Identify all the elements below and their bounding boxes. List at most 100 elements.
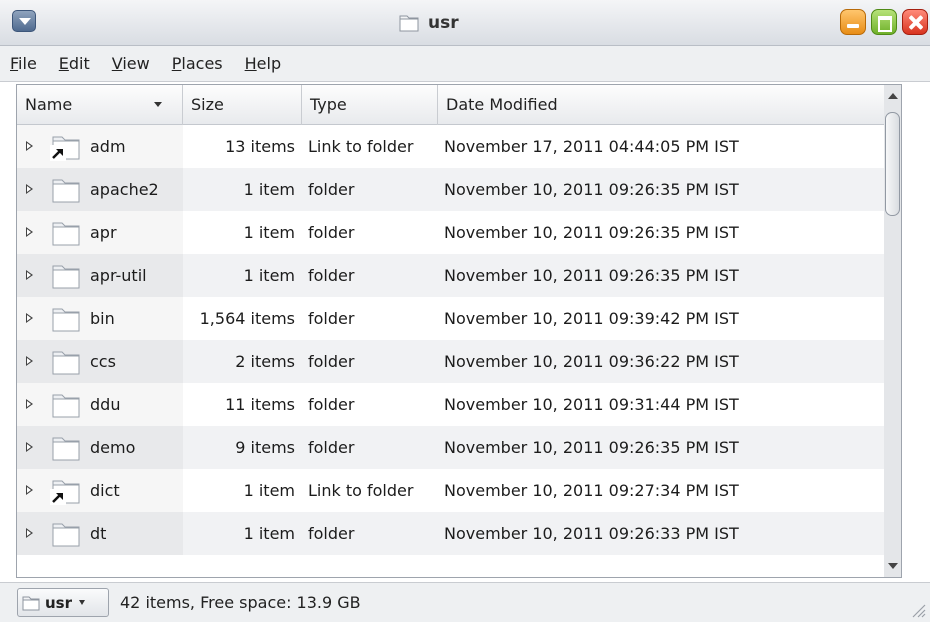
table-row[interactable]: bin 1,564 items folder November 10, 2011 09…	[17, 297, 898, 340]
menu-file-label: ile	[18, 54, 37, 73]
sort-descending-icon	[154, 102, 162, 107]
file-date: November 10, 2011 09:26:35 PM IST	[444, 266, 739, 285]
table-row[interactable]: ddu 11 items folder November 10, 2011 09:31…	[17, 383, 898, 426]
file-name: adm	[90, 137, 126, 156]
file-name: ddu	[90, 395, 121, 414]
menu-view[interactable]: View	[112, 54, 150, 73]
menu-bar: File Edit View Places Help	[0, 46, 930, 82]
location-label: usr	[45, 593, 73, 612]
column-header-size-label: Size	[191, 95, 224, 114]
folder-icon	[50, 432, 82, 464]
table-row[interactable]: dt 1 item folder November 10, 2011 09:26:33…	[17, 512, 898, 555]
table-row[interactable]: dict 1 item Link to folder November 10, 201…	[17, 469, 898, 512]
table-row[interactable]: demo 9 items folder November 10, 2011 09:26…	[17, 426, 898, 469]
folder-icon	[50, 303, 82, 335]
file-rows: adm 13 items Link to folder November 17, 20…	[17, 125, 898, 555]
menu-edit-mnemonic: E	[58, 54, 69, 73]
menu-help[interactable]: Help	[245, 54, 281, 73]
folder-icon	[22, 596, 40, 610]
window-menu-icon[interactable]	[12, 10, 36, 32]
expand-arrow-icon[interactable]	[26, 141, 33, 151]
menu-help-mnemonic: H	[244, 54, 257, 73]
menu-edit[interactable]: Edit	[59, 54, 90, 73]
table-row[interactable]: adm 13 items Link to folder November 17, 20…	[17, 125, 898, 168]
expand-arrow-icon[interactable]	[26, 184, 33, 194]
menu-edit-label: dit	[68, 54, 90, 73]
menu-places[interactable]: Places	[172, 54, 223, 73]
file-list-view[interactable]: Name Size Type Date Modified adm 13 items…	[16, 84, 899, 578]
table-row[interactable]: apr-util 1 item folder November 10, 2011 09…	[17, 254, 898, 297]
close-button[interactable]	[902, 9, 928, 35]
folder-icon	[50, 389, 82, 421]
window-title-group: usr	[398, 9, 459, 37]
resize-grip-icon[interactable]	[908, 600, 926, 618]
folder-link-icon	[50, 475, 82, 507]
minimize-button[interactable]	[840, 9, 866, 35]
file-size: 1 item	[243, 223, 295, 242]
file-size: 1 item	[243, 266, 295, 285]
file-size: 11 items	[225, 395, 295, 414]
menu-file[interactable]: File	[10, 54, 37, 73]
expand-arrow-icon[interactable]	[26, 313, 33, 323]
status-text: 42 items, Free space: 13.9 GB	[120, 593, 361, 612]
file-type: folder	[308, 524, 355, 543]
column-header-size[interactable]: Size	[183, 85, 302, 125]
file-size: 13 items	[225, 137, 295, 156]
file-size: 9 items	[235, 438, 295, 457]
file-name: apr	[90, 223, 117, 242]
menu-places-mnemonic: P	[171, 54, 182, 73]
file-name: apache2	[90, 180, 159, 199]
file-date: November 10, 2011 09:26:35 PM IST	[444, 438, 739, 457]
scroll-down-icon[interactable]	[888, 563, 898, 569]
file-size: 1,564 items	[199, 309, 295, 328]
column-header-name[interactable]: Name	[17, 85, 183, 125]
file-date: November 17, 2011 04:44:05 PM IST	[444, 137, 739, 156]
file-date: November 10, 2011 09:26:33 PM IST	[444, 524, 739, 543]
table-row[interactable]: apache2 1 item folder November 10, 2011 09:…	[17, 168, 898, 211]
expand-arrow-icon[interactable]	[26, 442, 33, 452]
status-bar: usr 42 items, Free space: 13.9 GB	[0, 582, 930, 622]
column-header-date[interactable]: Date Modified	[438, 85, 898, 125]
maximize-button[interactable]	[871, 9, 897, 35]
file-date: November 10, 2011 09:27:34 PM IST	[444, 481, 739, 500]
title-bar: usr	[0, 0, 930, 46]
expand-arrow-icon[interactable]	[26, 399, 33, 409]
file-date: November 10, 2011 09:31:44 PM IST	[444, 395, 739, 414]
file-size: 2 items	[235, 352, 295, 371]
menu-file-mnemonic: F	[10, 54, 19, 73]
file-name: dict	[90, 481, 120, 500]
file-name: ccs	[90, 352, 116, 371]
folder-icon	[50, 217, 82, 249]
scroll-up-icon[interactable]	[888, 93, 898, 99]
folder-icon	[50, 260, 82, 292]
link-arrow-icon	[50, 489, 66, 505]
menu-view-label: iew	[122, 54, 150, 73]
table-row[interactable]: ccs 2 items folder November 10, 2011 09:36:…	[17, 340, 898, 383]
expand-arrow-icon[interactable]	[26, 270, 33, 280]
column-header-type[interactable]: Type	[302, 85, 438, 125]
location-button[interactable]: usr	[17, 588, 109, 617]
vertical-scrollbar[interactable]	[884, 84, 902, 578]
column-header-name-label: Name	[25, 95, 73, 114]
column-header-date-label: Date Modified	[446, 95, 558, 114]
expand-arrow-icon[interactable]	[26, 356, 33, 366]
link-arrow-icon	[50, 145, 66, 161]
table-row[interactable]: apr 1 item folder November 10, 2011 09:26:3…	[17, 211, 898, 254]
file-type: folder	[308, 223, 355, 242]
menu-places-label: laces	[181, 54, 223, 73]
folder-icon	[50, 174, 82, 206]
column-header-row: Name Size Type Date Modified	[17, 85, 898, 125]
menu-help-label: elp	[256, 54, 282, 73]
file-type: folder	[308, 438, 355, 457]
window-title: usr	[428, 13, 459, 33]
menu-view-mnemonic: V	[111, 54, 123, 73]
file-type: folder	[308, 352, 355, 371]
folder-link-icon	[50, 131, 82, 163]
expand-arrow-icon[interactable]	[26, 528, 33, 538]
expand-arrow-icon[interactable]	[26, 485, 33, 495]
dropdown-arrow-icon	[79, 600, 86, 605]
expand-arrow-icon[interactable]	[26, 227, 33, 237]
folder-icon	[50, 346, 82, 378]
scrollbar-thumb[interactable]	[885, 112, 900, 216]
file-date: November 10, 2011 09:39:42 PM IST	[444, 309, 739, 328]
